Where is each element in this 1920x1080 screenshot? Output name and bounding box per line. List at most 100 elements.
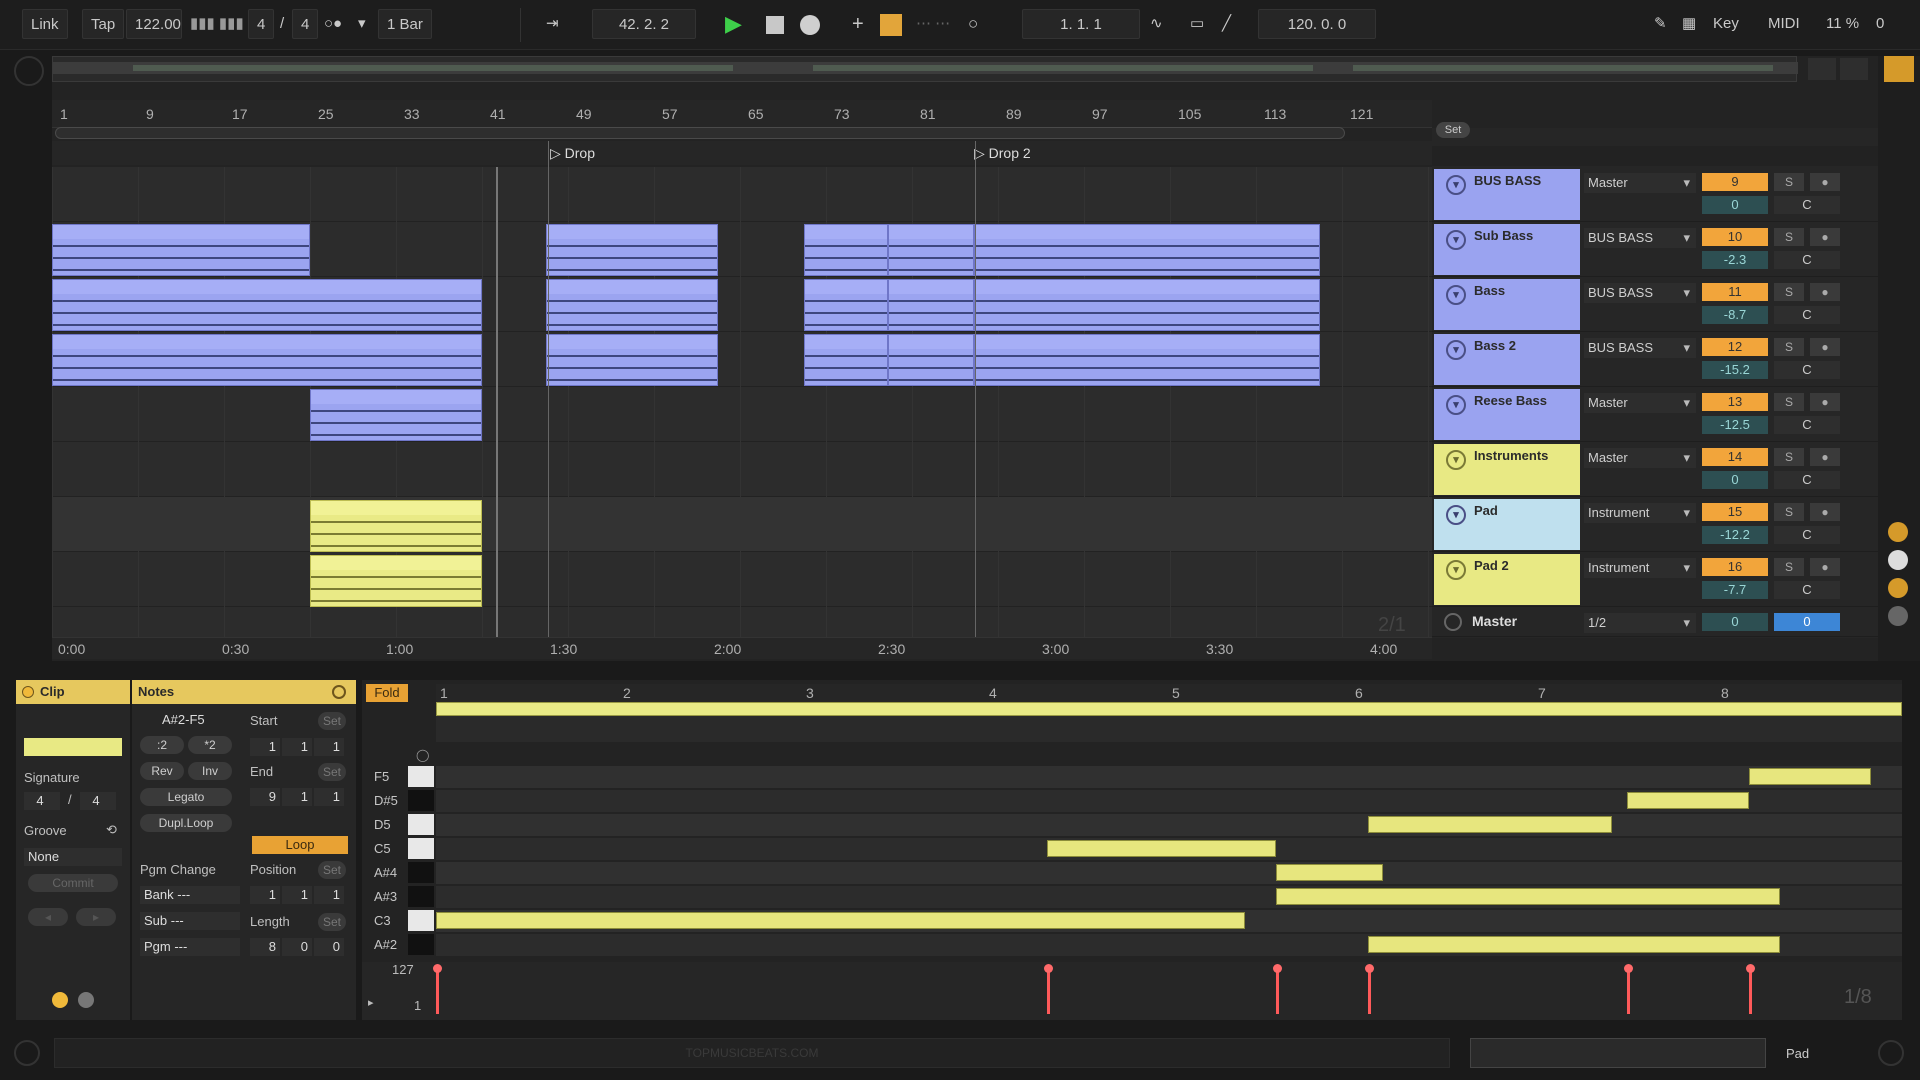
- clip-signature-denominator[interactable]: 4: [80, 792, 116, 810]
- output-routing[interactable]: Master: [1584, 448, 1696, 468]
- output-routing[interactable]: BUS BASS: [1584, 338, 1696, 358]
- velocity-handle[interactable]: [1746, 964, 1756, 973]
- end-beat-field[interactable]: 1: [282, 788, 312, 806]
- solo-button[interactable]: S: [1774, 173, 1804, 191]
- clip-title-bar[interactable]: [311, 390, 481, 404]
- velocity-bar[interactable]: [1627, 968, 1631, 1014]
- output-routing[interactable]: Instrument: [1584, 558, 1696, 578]
- solo-button[interactable]: S: [1774, 228, 1804, 246]
- track-activator[interactable]: 11: [1702, 283, 1768, 301]
- fold-icon[interactable]: ▾: [1446, 450, 1466, 470]
- track-activator[interactable]: 15: [1702, 503, 1768, 521]
- position-bar-field[interactable]: 1: [250, 886, 280, 904]
- solo-button[interactable]: S: [1774, 503, 1804, 521]
- fold-icon[interactable]: ▾: [1446, 230, 1466, 250]
- loop-start-field[interactable]: 1. 1. 1: [1022, 9, 1140, 39]
- start-set-button[interactable]: Set: [318, 712, 346, 730]
- arrangement-clip[interactable]: [974, 279, 1320, 331]
- locator-drop[interactable]: ▷ Drop: [550, 145, 595, 162]
- sub-bank-field[interactable]: Sub ---: [140, 912, 240, 930]
- arm-button[interactable]: ●: [1810, 558, 1840, 576]
- track-pan[interactable]: C: [1774, 471, 1840, 489]
- track-name-7[interactable]: ▾ Pad 2: [1434, 554, 1580, 605]
- end-sixteenth-field[interactable]: 1: [314, 788, 344, 806]
- track-activator[interactable]: 16: [1702, 558, 1768, 576]
- clip-activator-icon[interactable]: [22, 686, 34, 698]
- track-volume[interactable]: -8.7: [1702, 306, 1768, 324]
- loop-brace[interactable]: [55, 127, 1345, 139]
- midi-note[interactable]: [1367, 816, 1612, 833]
- length-bar-field[interactable]: 8: [250, 938, 280, 956]
- nudge-left-button[interactable]: ◂: [28, 908, 68, 926]
- clip-title-bar[interactable]: [975, 335, 1319, 349]
- invert-button[interactable]: Inv: [188, 762, 232, 780]
- track-lane[interactable]: [52, 442, 1432, 497]
- velocity-lane[interactable]: [362, 962, 1902, 1020]
- track-activator[interactable]: 14: [1702, 448, 1768, 466]
- song-position[interactable]: 42. 2. 2: [592, 9, 696, 39]
- arrangement-overview[interactable]: [52, 56, 1798, 82]
- arrangement-clip[interactable]: [804, 224, 888, 276]
- arrangement-toggle-icon[interactable]: [14, 56, 44, 86]
- arrangement-clip[interactable]: [546, 279, 718, 331]
- clip-signature-numerator[interactable]: 4: [24, 792, 60, 810]
- velocity-bar[interactable]: [1367, 968, 1371, 1014]
- velocity-handle[interactable]: [1364, 964, 1374, 973]
- zoom-in-icon[interactable]: [1808, 58, 1836, 80]
- add-icon[interactable]: +: [852, 9, 864, 39]
- quantize-menu[interactable]: 1 Bar: [378, 9, 432, 39]
- arrangement-clip[interactable]: [546, 224, 718, 276]
- arrangement-clip[interactable]: [52, 334, 482, 386]
- info-toggle-icon[interactable]: [14, 1040, 40, 1066]
- piano-row[interactable]: [436, 766, 1902, 788]
- double-length-button[interactable]: *2: [188, 736, 232, 754]
- clip-title-bar[interactable]: [975, 225, 1319, 239]
- signature-denominator[interactable]: 4: [292, 9, 319, 39]
- track-volume[interactable]: -15.2: [1702, 361, 1768, 379]
- arrangement-clip[interactable]: [888, 279, 974, 331]
- arrangement-clip[interactable]: [888, 224, 974, 276]
- master-fold-icon[interactable]: [1444, 613, 1462, 631]
- track-name-0[interactable]: ▾ BUS BASS: [1434, 169, 1580, 220]
- stop-icon[interactable]: [766, 16, 784, 34]
- grid-setting[interactable]: 1/8: [1844, 986, 1872, 1009]
- clip-title-bar[interactable]: [889, 280, 973, 294]
- track-volume[interactable]: 0: [1702, 196, 1768, 214]
- piano-start-marker-lane[interactable]: [436, 716, 1902, 742]
- solo-button[interactable]: S: [1774, 558, 1804, 576]
- track-volume[interactable]: -7.7: [1702, 581, 1768, 599]
- master-track-header[interactable]: Master 1/2 00: [1432, 607, 1878, 637]
- piano-loop-brace[interactable]: [436, 702, 1902, 716]
- chevron-down-icon[interactable]: ▾: [358, 9, 366, 39]
- capture-icon[interactable]: ⋯ ⋯: [916, 9, 950, 39]
- punch-in-icon[interactable]: ∿: [1150, 9, 1163, 39]
- link-button[interactable]: Link: [22, 9, 68, 39]
- fold-icon[interactable]: ▾: [1446, 560, 1466, 580]
- track-volume[interactable]: 0: [1702, 471, 1768, 489]
- clip-launch-icon[interactable]: [52, 992, 68, 1008]
- track-pan[interactable]: C: [1774, 361, 1840, 379]
- track-header[interactable]: ▾ Bass BUS BASS 11 -8.7 S ● C: [1432, 277, 1878, 332]
- play-icon[interactable]: ▶: [725, 9, 742, 39]
- midi-note[interactable]: [1627, 792, 1750, 809]
- notes-fold-icon[interactable]: [332, 685, 346, 699]
- piano-key[interactable]: [408, 886, 434, 907]
- sends-toggle-icon[interactable]: [1888, 578, 1908, 598]
- commit-button[interactable]: Commit: [28, 874, 118, 892]
- notes-header[interactable]: Notes: [132, 680, 356, 704]
- length-sixteenth-field[interactable]: 0: [314, 938, 344, 956]
- clip-title-bar[interactable]: [805, 335, 887, 349]
- track-name-5[interactable]: ▾ Instruments: [1434, 444, 1580, 495]
- midi-note[interactable]: [1046, 840, 1276, 857]
- fold-icon[interactable]: ▾: [1446, 505, 1466, 525]
- reverse-button[interactable]: Rev: [140, 762, 184, 780]
- piano-key[interactable]: [408, 934, 434, 955]
- midi-note[interactable]: [1275, 864, 1383, 881]
- start-sixteenth-field[interactable]: 1: [314, 738, 344, 756]
- track-header[interactable]: ▾ Pad Instrument 15 -12.2 S ● C: [1432, 497, 1878, 552]
- solo-button[interactable]: S: [1774, 448, 1804, 466]
- detail-toggle-icon[interactable]: [1878, 1040, 1904, 1066]
- nudge-right-button[interactable]: ▸: [76, 908, 116, 926]
- arrangement-clip[interactable]: [310, 389, 482, 441]
- track-volume[interactable]: -12.5: [1702, 416, 1768, 434]
